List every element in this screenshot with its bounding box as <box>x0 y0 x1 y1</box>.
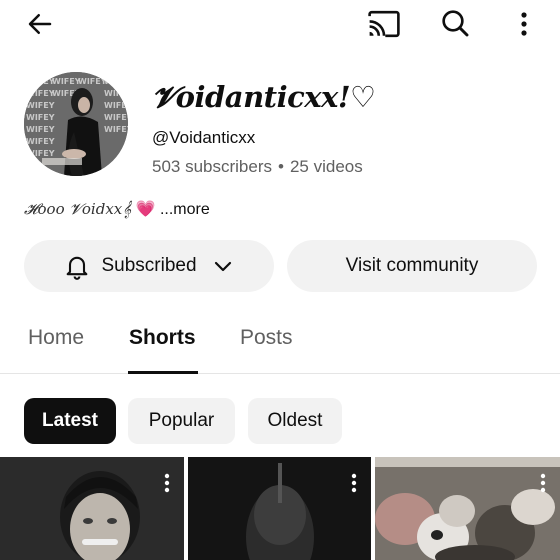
svg-text:WIFEY: WIFEY <box>78 77 107 86</box>
active-tab-indicator <box>128 371 198 374</box>
channel-name: 𝓥oidanticxx!♡ <box>152 80 376 114</box>
svg-text:WIFEY: WIFEY <box>104 77 128 86</box>
search-icon <box>442 10 469 37</box>
channel-avatar[interactable]: WIFEY WIFEY WIFEY WIFEY WIFEY WIFEY WIFE… <box>24 72 128 176</box>
chip-latest[interactable]: Latest <box>24 398 116 444</box>
short-thumbnail[interactable] <box>375 457 560 560</box>
subscriber-count: 503 subscribers <box>152 157 273 176</box>
channel-tabs: Home Shorts Posts <box>0 310 560 374</box>
bell-icon <box>63 252 91 280</box>
tab-shorts[interactable]: Shorts <box>129 326 196 350</box>
channel-handle: @Voidanticxx <box>152 128 256 147</box>
short-thumbnail[interactable] <box>0 457 184 560</box>
chip-popular[interactable]: Popular <box>128 398 235 444</box>
back-button[interactable] <box>22 6 58 42</box>
tab-home[interactable]: Home <box>28 326 84 350</box>
tab-posts[interactable]: Posts <box>240 326 293 350</box>
cast-button[interactable] <box>366 6 402 42</box>
subscribed-button[interactable]: Subscribed <box>24 240 274 292</box>
stats-separator: • <box>278 157 284 176</box>
chip-oldest[interactable]: Oldest <box>248 398 342 444</box>
channel-stats: 503 subscribers • 25 videos <box>152 157 363 177</box>
more-vertical-icon[interactable] <box>538 473 548 493</box>
avatar-pattern-text: WIFEY <box>26 77 55 86</box>
description-text: 𝓗ooo 𝓥oidxx𝄞 <box>24 200 132 218</box>
more-vertical-icon[interactable] <box>162 473 172 493</box>
top-app-bar <box>0 0 560 48</box>
svg-text:WIFEY: WIFEY <box>26 125 55 134</box>
more-link[interactable]: ...more <box>160 201 210 218</box>
svg-text:WIFEY: WIFEY <box>104 113 128 122</box>
svg-text:WIFEY: WIFEY <box>26 101 55 110</box>
svg-text:WIFEY: WIFEY <box>104 101 128 110</box>
search-button[interactable] <box>437 5 473 41</box>
visit-community-label: Visit community <box>345 255 479 276</box>
channel-description[interactable]: 𝓗ooo 𝓥oidxx𝄞 💗 ...more <box>24 199 210 219</box>
cast-icon <box>368 10 400 38</box>
svg-text:WIFEY: WIFEY <box>52 77 81 86</box>
more-vertical-icon <box>521 12 527 36</box>
svg-text:WIFEY: WIFEY <box>104 125 128 134</box>
more-options-button[interactable] <box>512 6 536 42</box>
visit-community-button[interactable]: Visit community <box>287 240 537 292</box>
more-vertical-icon[interactable] <box>349 473 359 493</box>
arrow-left-icon <box>28 14 52 34</box>
svg-text:WIFEY: WIFEY <box>26 113 55 122</box>
heart-emoji: 💗 <box>135 201 156 218</box>
svg-text:WIFEY: WIFEY <box>26 149 55 158</box>
subscribed-label: Subscribed <box>101 255 197 276</box>
svg-text:WIFEY: WIFEY <box>104 89 128 98</box>
chevron-down-icon <box>211 254 235 278</box>
short-thumbnail[interactable] <box>188 457 371 560</box>
svg-text:WIFEY: WIFEY <box>26 137 55 146</box>
svg-text:WIFEY: WIFEY <box>26 89 55 98</box>
video-count: 25 videos <box>289 157 363 176</box>
